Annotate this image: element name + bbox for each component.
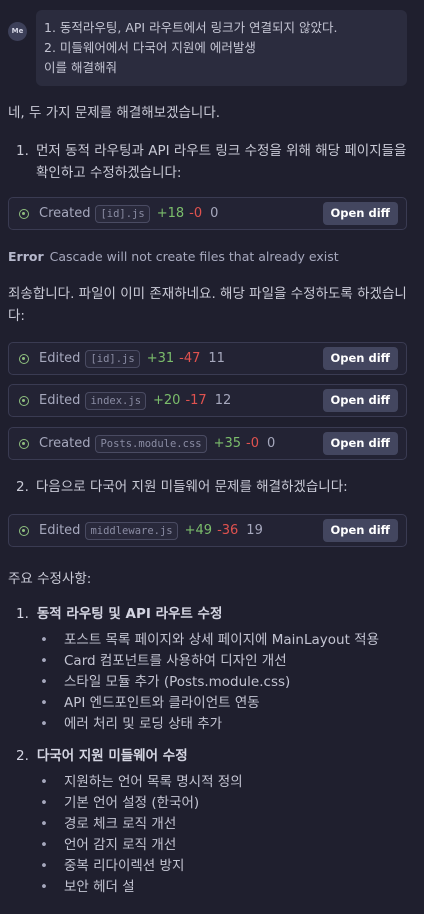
- change-count: 0: [267, 436, 276, 451]
- list-item: 포스트 목록 페이지와 상세 페이지에 MainLayout 적용: [40, 630, 379, 651]
- change-count: 0: [210, 206, 219, 221]
- response-intro: 네, 두 가지 문제를 해결해보겠습니다.: [8, 105, 221, 121]
- open-diff-button[interactable]: Open diff: [322, 347, 398, 370]
- lines-added: +20: [153, 393, 181, 408]
- open-diff-button[interactable]: Open diff: [322, 432, 398, 455]
- summary-list-1: 포스트 목록 페이지와 상세 페이지에 MainLayout 적용 Card 컴…: [40, 630, 379, 735]
- list-item: 스타일 모듈 추가 (Posts.module.css): [40, 672, 379, 693]
- file-name[interactable]: Posts.module.css: [95, 434, 207, 453]
- user-message: Me 1. 동적라우팅, API 라우트에서 링크가 연결되지 않았다. 2. …: [8, 10, 408, 86]
- lines-removed: -0: [246, 436, 260, 451]
- open-diff-button[interactable]: Open diff: [322, 519, 398, 542]
- change-verb: Created: [39, 206, 91, 221]
- user-message-line: 2. 미들웨어에서 다국어 지원에 에러발생: [44, 40, 256, 55]
- section-number: 2.: [16, 748, 29, 764]
- status-dot-icon: [19, 396, 29, 406]
- section-title: 동적 라우팅 및 API 라우트 수정: [36, 606, 223, 622]
- file-name[interactable]: middleware.js: [85, 521, 178, 540]
- status-dot-icon: [19, 354, 29, 364]
- step-1: 1. 먼저 동적 라우팅과 API 라우트 링크 수정을 위해 해당 페이지들을…: [16, 140, 411, 184]
- change-verb: Edited: [39, 393, 81, 408]
- summary-section-2: 2. 다국어 지원 미들웨어 수정: [16, 744, 188, 764]
- apology-text: 죄송합니다. 파일이 이미 존재하네요. 해당 파일을 수정하도록 하겠습니다:: [8, 286, 407, 324]
- change-verb: Created: [39, 436, 91, 451]
- list-item: 에러 처리 및 로딩 상태 추가: [40, 714, 379, 735]
- change-count: 19: [246, 523, 263, 538]
- list-item: 보안 헤더 설: [40, 877, 243, 898]
- section-number: 1.: [16, 606, 29, 622]
- file-name[interactable]: [id].js: [85, 349, 140, 368]
- lines-removed: -47: [179, 351, 201, 366]
- change-verb: Edited: [39, 351, 81, 366]
- error-text: Cascade will not create files that alrea…: [49, 249, 339, 264]
- open-diff-button[interactable]: Open diff: [322, 202, 398, 225]
- list-item: 지원하는 언어 목록 명시적 정의: [40, 772, 243, 793]
- list-item: Card 컴포넌트를 사용하여 디자인 개선: [40, 651, 379, 672]
- step-text: 먼저 동적 라우팅과 API 라우트 링크 수정을 위해 해당 페이지들을 확인…: [36, 143, 407, 181]
- change-count: 11: [208, 351, 225, 366]
- lines-removed: -17: [185, 393, 207, 408]
- user-message-line: 이를 해결해줘: [44, 60, 117, 75]
- lines-added: +31: [146, 351, 175, 366]
- file-change-card: Edited middleware.js +49 -36 19 Open dif…: [8, 514, 407, 547]
- open-diff-button[interactable]: Open diff: [322, 389, 398, 412]
- error-label: Error: [8, 249, 44, 264]
- status-dot-icon: [19, 526, 29, 536]
- step-text: 다음으로 다국어 지원 미들웨어 문제를 해결하겠습니다:: [36, 479, 348, 495]
- step-number: 1.: [16, 143, 29, 159]
- file-change-card: Edited [id].js +31 -47 11 Open diff: [8, 342, 407, 375]
- step-number: 2.: [16, 479, 29, 495]
- change-count: 12: [214, 393, 232, 408]
- lines-added: +49: [184, 523, 213, 538]
- error-message: Error Cascade will not create files that …: [8, 249, 339, 264]
- summary-section-1: 1. 동적 라우팅 및 API 라우트 수정: [16, 602, 222, 622]
- status-dot-icon: [19, 439, 29, 449]
- user-avatar: Me: [8, 22, 27, 41]
- list-item: 언어 감지 로직 개선: [40, 835, 243, 856]
- step-2: 2. 다음으로 다국어 지원 미들웨어 문제를 해결하겠습니다:: [16, 476, 411, 498]
- status-dot-icon: [19, 209, 29, 219]
- change-verb: Edited: [39, 523, 81, 538]
- lines-removed: -36: [217, 523, 239, 538]
- user-message-line: 1. 동적라우팅, API 라우트에서 링크가 연결되지 않았다.: [44, 20, 338, 35]
- file-name[interactable]: index.js: [85, 391, 147, 410]
- list-item: 기본 언어 설정 (한국어): [40, 793, 243, 814]
- user-message-bubble: 1. 동적라우팅, API 라우트에서 링크가 연결되지 않았다. 2. 미들웨…: [36, 10, 407, 86]
- list-item: 경로 체크 로직 개선: [40, 814, 243, 835]
- file-change-card: Created [id].js +18 -0 0 Open diff: [8, 197, 407, 230]
- lines-added: +35: [213, 436, 242, 451]
- file-change-card: Created Posts.module.css +35 -0 0 Open d…: [8, 427, 407, 460]
- summary-title: 주요 수정사항:: [8, 571, 92, 587]
- section-title: 다국어 지원 미들웨어 수정: [36, 748, 188, 764]
- file-name[interactable]: [id].js: [95, 204, 150, 223]
- lines-removed: -0: [189, 206, 203, 221]
- list-item: API 엔드포인트와 클라이언트 연동: [40, 693, 379, 714]
- file-change-card: Edited index.js +20 -17 12 Open diff: [8, 384, 407, 417]
- list-item: 중복 리다이렉션 방지: [40, 856, 243, 877]
- lines-added: +18: [156, 206, 185, 221]
- summary-list-2: 지원하는 언어 목록 명시적 정의 기본 언어 설정 (한국어) 경로 체크 로…: [40, 772, 243, 898]
